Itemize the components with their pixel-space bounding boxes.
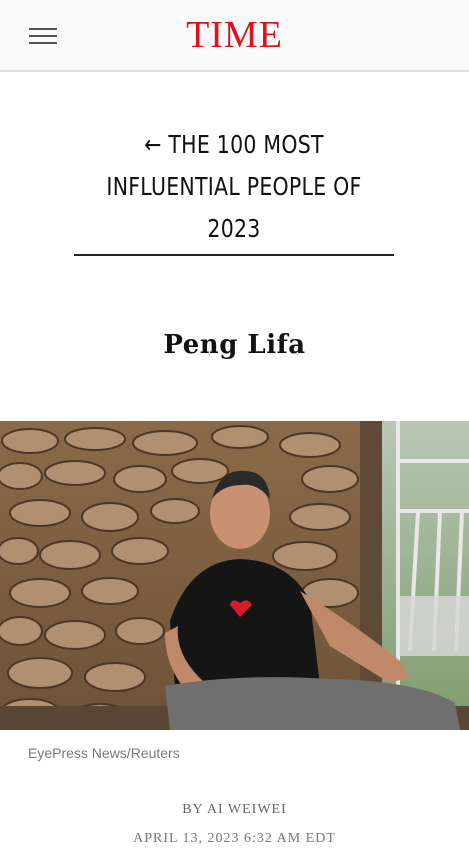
author-link[interactable]: AI WEIWEI	[207, 802, 287, 817]
byline: BY AI WEIWEI	[0, 802, 469, 818]
article-photo	[0, 421, 469, 730]
time-logo[interactable]: TIME	[0, 14, 469, 56]
photo-illustration	[0, 421, 469, 730]
top-navigation-bar: TIME	[0, 0, 469, 72]
photo-credit: EyePress News/Reuters	[28, 745, 180, 761]
section-divider	[74, 254, 394, 256]
left-arrow-icon: ←	[144, 130, 162, 159]
article-title: Peng Lifa	[163, 330, 306, 360]
publish-date: APRIL 13, 2023 6:32 AM EDT	[133, 831, 336, 846]
byline-prefix: BY	[182, 802, 204, 817]
section-back-link[interactable]: ← THE 100 MOST INFLUENTIAL PEOPLE OF 202…	[103, 124, 365, 250]
